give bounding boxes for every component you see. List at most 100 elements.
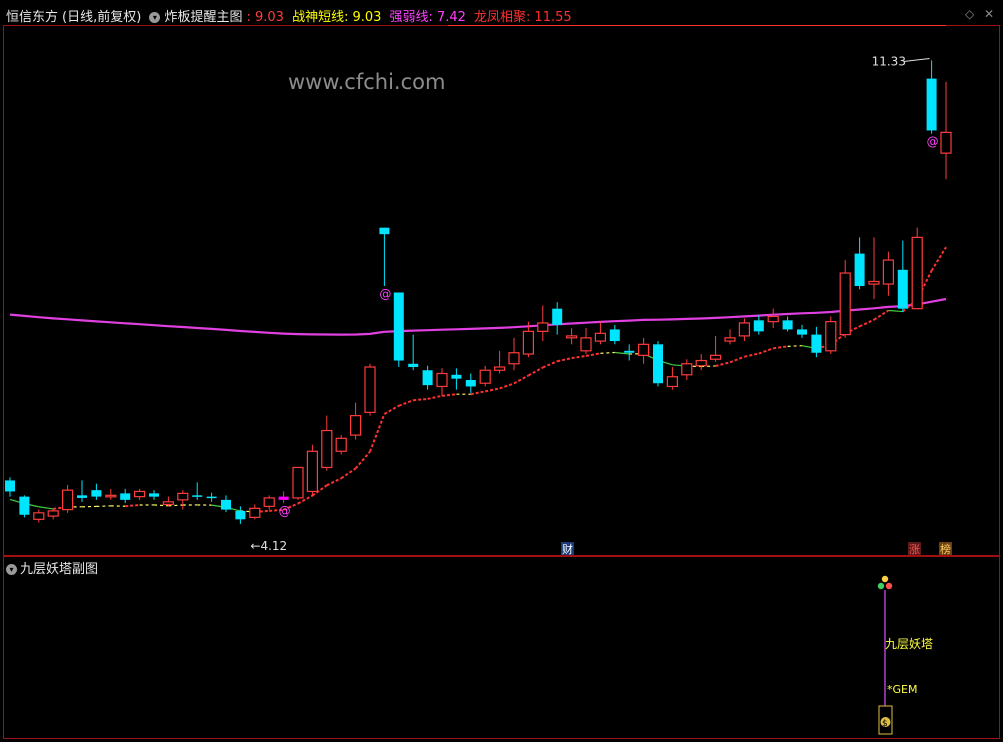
chart-canvas: 11.33 ←4.12 @ @ @ 财 涨 榜 九层妖塔 *GEM $ bbox=[3, 25, 1000, 739]
sub-panel-header: ▾ 九层妖塔副图 bbox=[6, 558, 98, 577]
candle-body bbox=[321, 429, 333, 469]
v1-value: 9.03 bbox=[352, 10, 382, 25]
gem-label: *GEM bbox=[887, 683, 917, 696]
support-segment bbox=[859, 318, 875, 328]
candle-body bbox=[192, 495, 203, 497]
support-segment bbox=[758, 347, 774, 355]
candle-body bbox=[61, 489, 74, 511]
candle-body bbox=[782, 320, 793, 330]
candle-body bbox=[77, 495, 87, 498]
candle-body bbox=[451, 374, 462, 379]
support-segment bbox=[715, 361, 731, 367]
candle-body bbox=[508, 352, 520, 365]
period-label[interactable]: (日线,前复权) bbox=[62, 10, 141, 25]
sub-dropdown-icon[interactable]: ▾ bbox=[6, 564, 17, 575]
watermark: www.cfchi.com bbox=[288, 70, 446, 94]
candle-body bbox=[221, 499, 231, 510]
candle-body bbox=[767, 315, 779, 323]
support-segment bbox=[600, 351, 615, 354]
sub-panel-title[interactable]: 九层妖塔副图 bbox=[20, 562, 98, 577]
support-segment bbox=[354, 450, 371, 470]
candle-body bbox=[422, 370, 433, 386]
indicator-name[interactable]: 炸板提醒主图 bbox=[164, 10, 242, 25]
candle-body bbox=[494, 366, 506, 371]
candle-body bbox=[350, 415, 362, 436]
candle-body bbox=[811, 334, 822, 353]
candle-body bbox=[206, 496, 217, 499]
candle-body bbox=[609, 329, 620, 342]
collapse-icon[interactable]: ◇ bbox=[965, 7, 974, 21]
support-segment bbox=[729, 355, 745, 364]
support-segment bbox=[744, 352, 760, 358]
candle-body bbox=[594, 332, 607, 342]
tower-orb-right bbox=[885, 582, 893, 590]
candle-body bbox=[724, 337, 736, 342]
v3-label: 龙凤相聚: bbox=[474, 10, 531, 25]
support-segment bbox=[383, 404, 400, 415]
chart-window: 11.33 ←4.12 @ @ @ 财 涨 榜 九层妖塔 *GEM $ 恒信东方 (日线,前复权) … bbox=[0, 0, 1003, 742]
candle-body bbox=[149, 493, 159, 497]
high-arrow bbox=[903, 57, 930, 62]
candle-body bbox=[436, 372, 448, 388]
candle-body bbox=[134, 490, 146, 498]
candle-body bbox=[940, 131, 952, 154]
candle-body bbox=[580, 337, 592, 352]
support-segment bbox=[470, 390, 486, 396]
candle-body bbox=[695, 359, 707, 367]
support-segment bbox=[888, 309, 903, 313]
tower-orb-top bbox=[881, 575, 889, 583]
candle-body bbox=[120, 493, 131, 500]
candle-body bbox=[854, 253, 865, 286]
candle-body bbox=[393, 292, 404, 361]
candle-body bbox=[666, 376, 679, 388]
candle-body bbox=[379, 227, 390, 235]
v2-label: 强弱线: bbox=[389, 10, 433, 25]
tower-label: 九层妖塔 bbox=[885, 637, 933, 651]
money-bag-symbol: $ bbox=[882, 719, 888, 729]
cai-tag: 财 bbox=[562, 542, 573, 556]
v1-label: 战神短线: bbox=[292, 10, 349, 25]
support-segment bbox=[441, 393, 457, 397]
signal-marker: @ bbox=[279, 504, 291, 518]
candle-body bbox=[278, 496, 289, 500]
support-segment bbox=[930, 246, 947, 272]
candle-body bbox=[681, 363, 693, 376]
support-segment bbox=[413, 397, 428, 402]
chart-header: 恒信东方 (日线,前复权) ▾ 炸板提醒主图: 9.03 战神短线: 9.03 强弱线… bbox=[6, 6, 576, 25]
support-segment bbox=[369, 413, 386, 452]
candle-body bbox=[882, 259, 895, 285]
candle-body bbox=[839, 272, 851, 336]
zhang-tag: 涨 bbox=[909, 543, 920, 556]
candle-body bbox=[825, 321, 837, 352]
support-segment bbox=[585, 352, 601, 357]
support-segment bbox=[556, 357, 572, 363]
candle-body bbox=[105, 494, 117, 498]
support-segment bbox=[340, 467, 357, 480]
stock-name[interactable]: 恒信东方 bbox=[6, 10, 58, 25]
close-icon[interactable]: ✕ bbox=[984, 7, 994, 21]
support-segment bbox=[787, 345, 803, 347]
high-label: 11.33 bbox=[872, 54, 906, 68]
candle-body bbox=[364, 366, 376, 413]
candle-body bbox=[465, 379, 476, 387]
candle-body bbox=[797, 329, 807, 335]
support-segment bbox=[527, 366, 544, 377]
candle-body bbox=[162, 501, 174, 506]
candle-body bbox=[653, 344, 663, 384]
candle-body bbox=[624, 350, 635, 353]
support-segment bbox=[326, 477, 342, 487]
v3-value: 11.55 bbox=[534, 10, 572, 25]
support-segment bbox=[398, 399, 414, 407]
candle-body bbox=[408, 363, 419, 368]
candle-body bbox=[47, 510, 59, 517]
candle-body bbox=[897, 269, 908, 309]
long-term-line bbox=[9, 297, 947, 336]
candle-body bbox=[33, 512, 45, 520]
candle-body bbox=[91, 490, 102, 497]
candle-body bbox=[235, 510, 246, 520]
signal-marker: @ bbox=[379, 287, 391, 301]
dropdown-icon[interactable]: ▾ bbox=[149, 12, 161, 23]
sub-panel-border bbox=[3, 556, 1000, 739]
support-segment bbox=[513, 374, 529, 385]
low-label: ←4.12 bbox=[250, 539, 287, 553]
